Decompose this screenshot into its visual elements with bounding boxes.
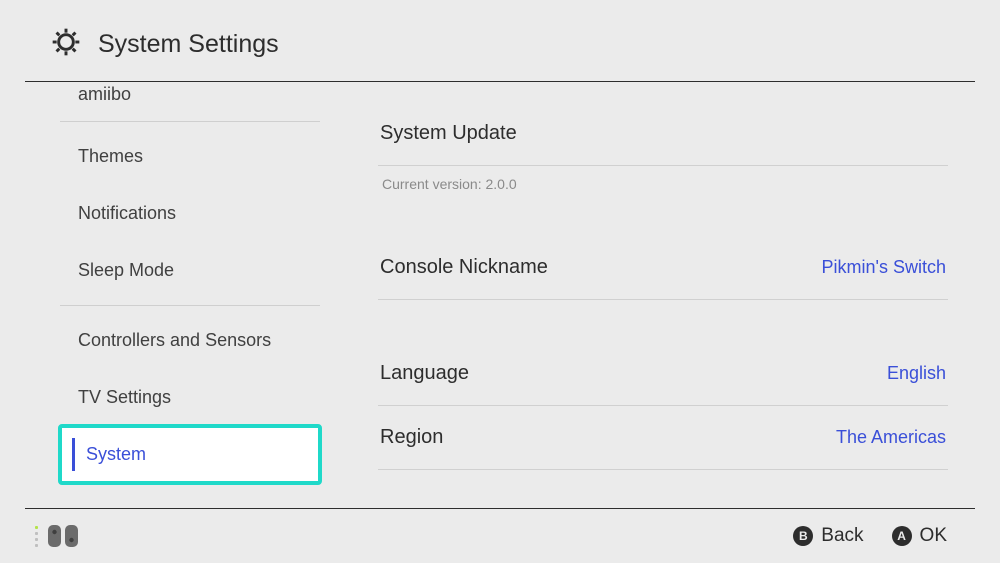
- row-label: System Update: [380, 122, 517, 145]
- row-console-nickname[interactable]: Console Nickname Pikmin's Switch: [378, 236, 948, 300]
- ok-label: OK: [920, 525, 947, 547]
- sidebar-item-sleep-mode[interactable]: Sleep Mode: [60, 242, 320, 299]
- ok-button[interactable]: A OK: [892, 525, 947, 547]
- sidebar-item-label: TV Settings: [78, 387, 171, 407]
- row-date-time[interactable]: Date and Time: [378, 470, 948, 492]
- sidebar-item-system[interactable]: System: [60, 426, 320, 483]
- content-panel: System Update Current version: 2.0.0 Con…: [320, 82, 1000, 492]
- spacer: [378, 328, 948, 342]
- b-button-icon: B: [793, 526, 813, 546]
- row-value: English: [887, 363, 946, 384]
- sidebar-item-label: Notifications: [78, 203, 176, 223]
- sidebar-item-label: Themes: [78, 146, 143, 166]
- spacer: [378, 300, 948, 328]
- row-region[interactable]: Region The Americas: [378, 406, 948, 470]
- sidebar-item-label: System: [86, 444, 146, 464]
- row-label: Date and Time: [380, 490, 510, 492]
- row-value: The Americas: [836, 427, 946, 448]
- footer-actions: B Back A OK: [793, 525, 947, 547]
- joycon-icon: [46, 523, 82, 549]
- row-language[interactable]: Language English: [378, 342, 948, 406]
- sidebar-item-label: amiibo: [78, 84, 131, 104]
- header: System Settings: [0, 0, 1000, 81]
- main-area: amiibo Themes Notifications Sleep Mode C…: [0, 82, 1000, 492]
- back-label: Back: [821, 525, 863, 547]
- row-system-update[interactable]: System Update: [378, 82, 948, 166]
- system-update-version: Current version: 2.0.0: [378, 166, 948, 208]
- sidebar-item-notifications[interactable]: Notifications: [60, 185, 320, 242]
- row-label: Console Nickname: [380, 256, 548, 279]
- page-title: System Settings: [98, 30, 279, 59]
- sidebar-divider: [60, 305, 320, 306]
- a-button-icon: A: [892, 526, 912, 546]
- row-label: Region: [380, 426, 443, 449]
- settings-gear-icon: [50, 26, 82, 63]
- row-label: Language: [380, 362, 469, 385]
- sidebar-item-label: Sleep Mode: [78, 260, 174, 280]
- sidebar-item-themes[interactable]: Themes: [60, 128, 320, 185]
- sidebar-item-label: Controllers and Sensors: [78, 330, 271, 350]
- row-value: Pikmin's Switch: [822, 257, 946, 278]
- sidebar-divider: [60, 121, 320, 122]
- spacer: [378, 208, 948, 236]
- footer: B Back A OK: [25, 508, 975, 563]
- sidebar-item-tv-settings[interactable]: TV Settings: [60, 369, 320, 426]
- sidebar: amiibo Themes Notifications Sleep Mode C…: [0, 82, 320, 492]
- sidebar-item-amiibo[interactable]: amiibo: [60, 82, 320, 115]
- sidebar-item-controllers[interactable]: Controllers and Sensors: [60, 312, 320, 369]
- back-button[interactable]: B Back: [793, 525, 863, 547]
- controller-status-icon: [35, 523, 82, 549]
